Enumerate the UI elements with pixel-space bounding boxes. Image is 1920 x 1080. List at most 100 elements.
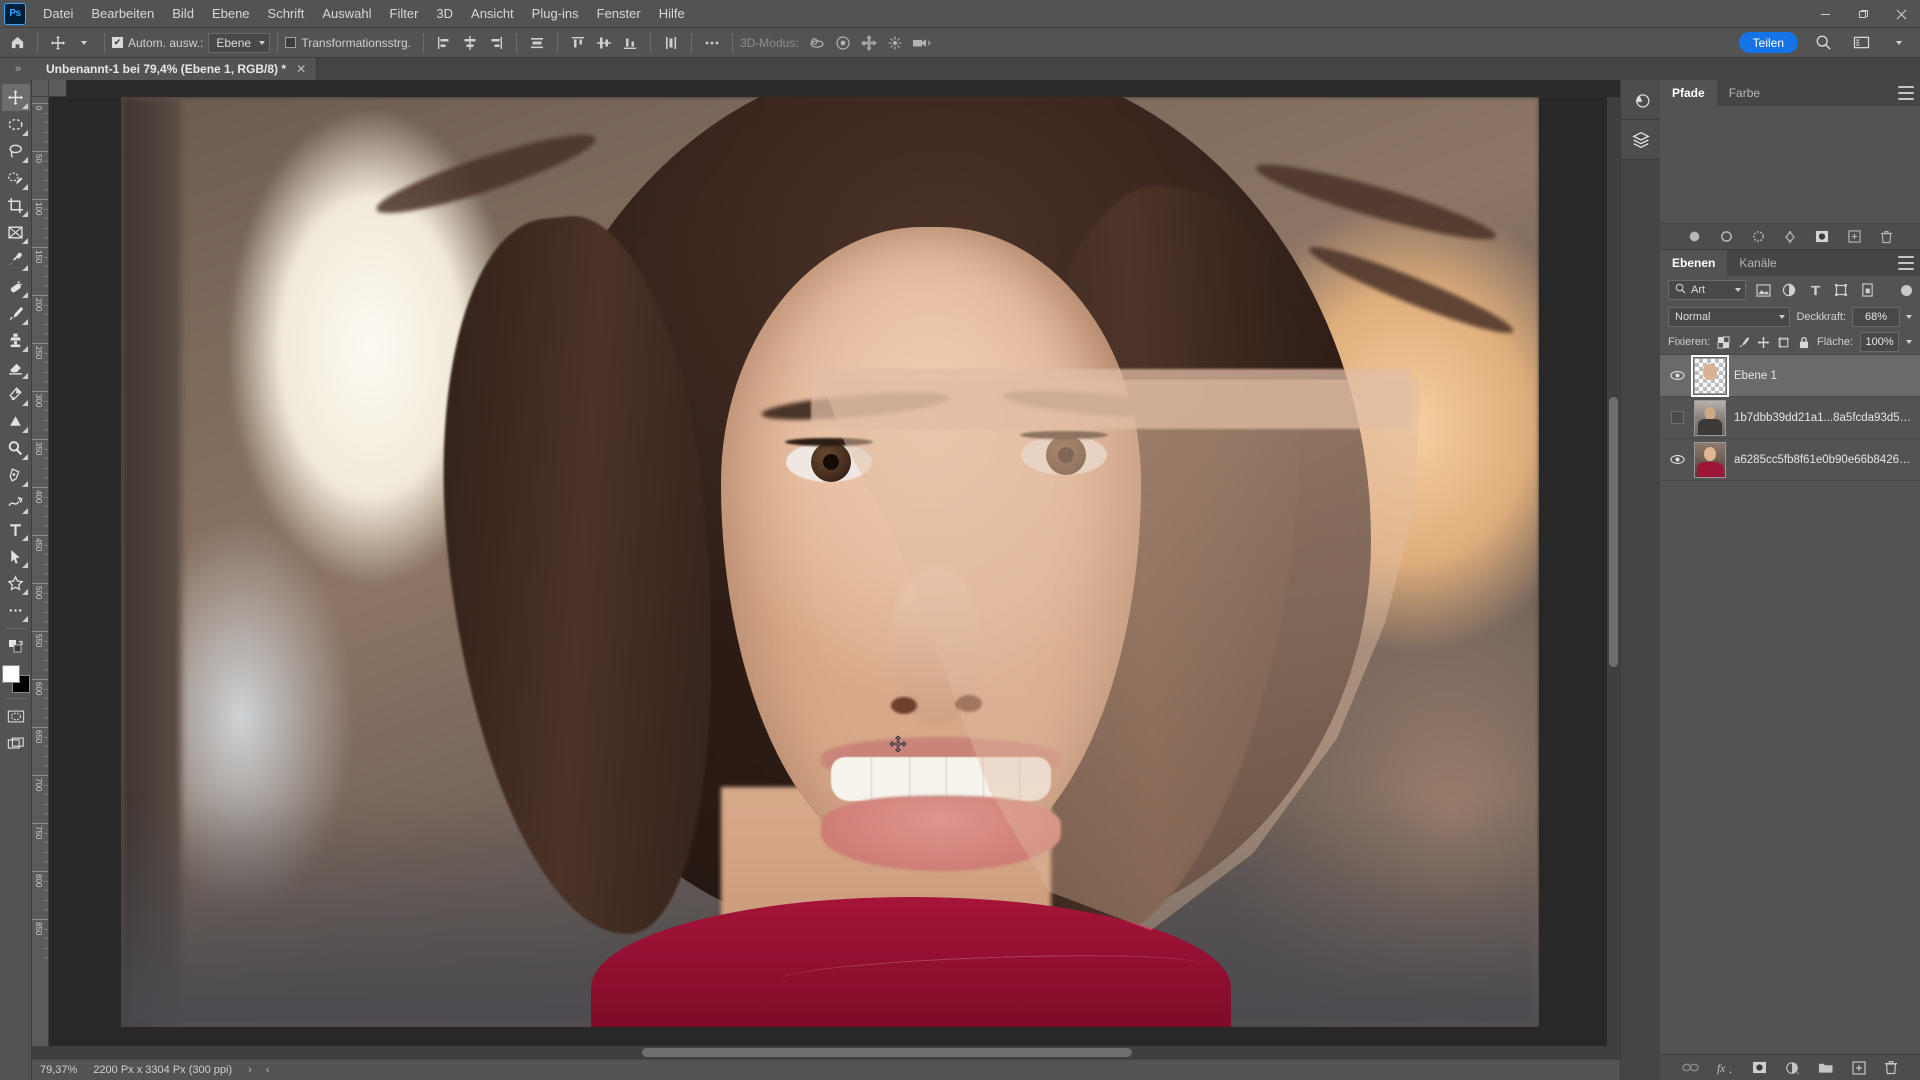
transform-controls-checkbox[interactable]	[285, 37, 297, 48]
roll-3d-icon[interactable]	[830, 32, 856, 54]
tool-preset-caret[interactable]	[71, 32, 97, 54]
align-left-edges-icon[interactable]	[431, 32, 457, 54]
fill-path-icon[interactable]	[1686, 229, 1702, 245]
layer-thumbnail[interactable]	[1694, 399, 1726, 436]
layer-name[interactable]: a6285cc5fb8f61e0b90e66b8426d1be7	[1734, 454, 1912, 466]
search-icon[interactable]	[1810, 32, 1836, 54]
brush-tool[interactable]	[2, 300, 30, 327]
menu-item-ansicht[interactable]: Ansicht	[462, 2, 523, 25]
document-tab[interactable]: Unbenannt-1 bei 79,4% (Ebene 1, RGB/8) *…	[36, 58, 318, 80]
stroke-path-icon[interactable]	[1718, 229, 1734, 245]
screen-mode-icon[interactable]	[2, 730, 30, 757]
add-layer-mask-icon[interactable]	[1814, 229, 1830, 245]
minimize-button[interactable]	[1806, 0, 1844, 28]
tab-ebenen[interactable]: Ebenen	[1660, 250, 1728, 276]
scrollbar-thumb[interactable]	[1609, 397, 1618, 667]
close-button[interactable]	[1882, 0, 1920, 28]
orbit-3d-icon[interactable]	[804, 32, 830, 54]
gradient-tool[interactable]	[2, 381, 30, 408]
healing-brush-tool[interactable]	[2, 273, 30, 300]
canvas-horizontal-scrollbar[interactable]	[32, 1046, 1620, 1059]
menu-item-bild[interactable]: Bild	[163, 2, 203, 25]
new-layer-icon[interactable]	[1852, 1060, 1866, 1076]
document-image[interactable]	[121, 97, 1539, 1027]
filter-type-icon[interactable]	[1806, 281, 1824, 299]
add-layer-mask-icon[interactable]	[1752, 1060, 1767, 1076]
menu-item-hilfe[interactable]: Hilfe	[650, 2, 694, 25]
link-layers-icon[interactable]	[1682, 1060, 1699, 1076]
vertical-ruler[interactable]: 0 50 100 150 200 250 300 350 400 450 500 550 600 650 7…	[32, 97, 49, 1046]
menu-item-fenster[interactable]: Fenster	[588, 2, 650, 25]
clone-stamp-tool[interactable]	[2, 327, 30, 354]
lock-position-icon[interactable]	[1757, 334, 1770, 350]
menu-item-3d[interactable]: 3D	[427, 2, 462, 25]
type-tool[interactable]	[2, 516, 30, 543]
default-colors-icon[interactable]	[2, 633, 30, 660]
load-path-as-selection-icon[interactable]	[1750, 229, 1766, 245]
table-row[interactable]: Ebene 1	[1660, 355, 1920, 397]
layer-style-fx-icon[interactable]: fx	[1717, 1060, 1734, 1076]
eraser-tool[interactable]	[2, 354, 30, 381]
make-work-path-icon[interactable]	[1782, 229, 1798, 245]
layers-stack-icon[interactable]	[1620, 120, 1661, 160]
layer-list[interactable]: Ebene 1 1b7dbb39dd21a1...8a5fcda93d5e72 …	[1660, 354, 1920, 1054]
fill-value[interactable]: 100%	[1860, 332, 1899, 352]
align-horizontal-centers-icon[interactable]	[457, 32, 483, 54]
filter-pixel-icon[interactable]	[1754, 281, 1772, 299]
pen-tool[interactable]	[2, 462, 30, 489]
foreground-color-swatch[interactable]	[1, 665, 20, 683]
maximize-button[interactable]	[1844, 0, 1882, 28]
new-adjustment-layer-icon[interactable]	[1785, 1060, 1800, 1076]
edit-toolbar-tool[interactable]	[2, 597, 30, 624]
lasso-tool[interactable]	[2, 138, 30, 165]
marquee-tool[interactable]	[2, 111, 30, 138]
delete-layer-icon[interactable]	[1884, 1060, 1898, 1076]
delete-path-icon[interactable]	[1878, 229, 1894, 245]
opacity-chevron-down-icon[interactable]	[1906, 315, 1912, 319]
freeform-pen-tool[interactable]	[2, 489, 30, 516]
status-prev-arrow[interactable]: ‹	[266, 1064, 270, 1076]
tab-kanaele[interactable]: Kanäle	[1727, 250, 1789, 276]
align-top-edges-icon[interactable]	[565, 32, 591, 54]
horizontal-ruler[interactable]: 5005010015020025030035040045050055060065…	[49, 80, 66, 97]
layer-visibility-toggle[interactable]	[1668, 367, 1686, 385]
lock-artboard-nesting-icon[interactable]	[1777, 334, 1790, 350]
path-selection-tool[interactable]	[2, 543, 30, 570]
canvas-vertical-scrollbar[interactable]	[1607, 97, 1620, 1046]
menu-item-filter[interactable]: Filter	[381, 2, 428, 25]
scrollbar-thumb[interactable]	[642, 1048, 1132, 1057]
lock-image-pixels-icon[interactable]	[1737, 334, 1750, 350]
align-bottom-edges-icon[interactable]	[617, 32, 643, 54]
auto-select-checkbox[interactable]	[112, 37, 123, 48]
layer-name[interactable]: Ebene 1	[1734, 370, 1777, 382]
layer-visibility-toggle[interactable]	[1668, 451, 1686, 469]
layer-visibility-toggle[interactable]	[1668, 409, 1686, 427]
expand-docks-icon[interactable]: »	[0, 58, 36, 80]
eyedropper-tool[interactable]	[2, 246, 30, 273]
filter-shape-icon[interactable]	[1832, 281, 1850, 299]
quick-selection-tool[interactable]	[2, 165, 30, 192]
move-tool-icon[interactable]	[45, 32, 71, 54]
menu-item-ebene[interactable]: Ebene	[203, 2, 259, 25]
camera-3d-icon[interactable]	[908, 32, 934, 54]
tab-pfade[interactable]: Pfade	[1660, 80, 1717, 106]
shape-tool[interactable]	[2, 570, 30, 597]
menu-item-plug-ins[interactable]: Plug-ins	[523, 2, 588, 25]
blur-tool[interactable]	[2, 408, 30, 435]
filter-adjustment-icon[interactable]	[1780, 281, 1798, 299]
workspace-switcher-icon[interactable]	[1848, 32, 1874, 54]
pan-3d-icon[interactable]	[856, 32, 882, 54]
table-row[interactable]: a6285cc5fb8f61e0b90e66b8426d1be7	[1660, 439, 1920, 481]
filter-smart-object-icon[interactable]	[1858, 281, 1876, 299]
opacity-value[interactable]: 68%	[1852, 307, 1900, 327]
tab-farbe[interactable]: Farbe	[1716, 80, 1773, 106]
table-row[interactable]: 1b7dbb39dd21a1...8a5fcda93d5e72	[1660, 397, 1920, 439]
crop-tool[interactable]	[2, 192, 30, 219]
auto-select-scope-dropdown[interactable]: Ebene	[208, 32, 271, 53]
slide-3d-icon[interactable]	[882, 32, 908, 54]
paths-list[interactable]	[1660, 106, 1920, 224]
panel-menu-icon[interactable]	[1898, 256, 1914, 270]
menu-item-bearbeiten[interactable]: Bearbeiten	[82, 2, 163, 25]
layer-thumbnail[interactable]	[1691, 355, 1729, 397]
share-button[interactable]: Teilen	[1738, 32, 1798, 53]
